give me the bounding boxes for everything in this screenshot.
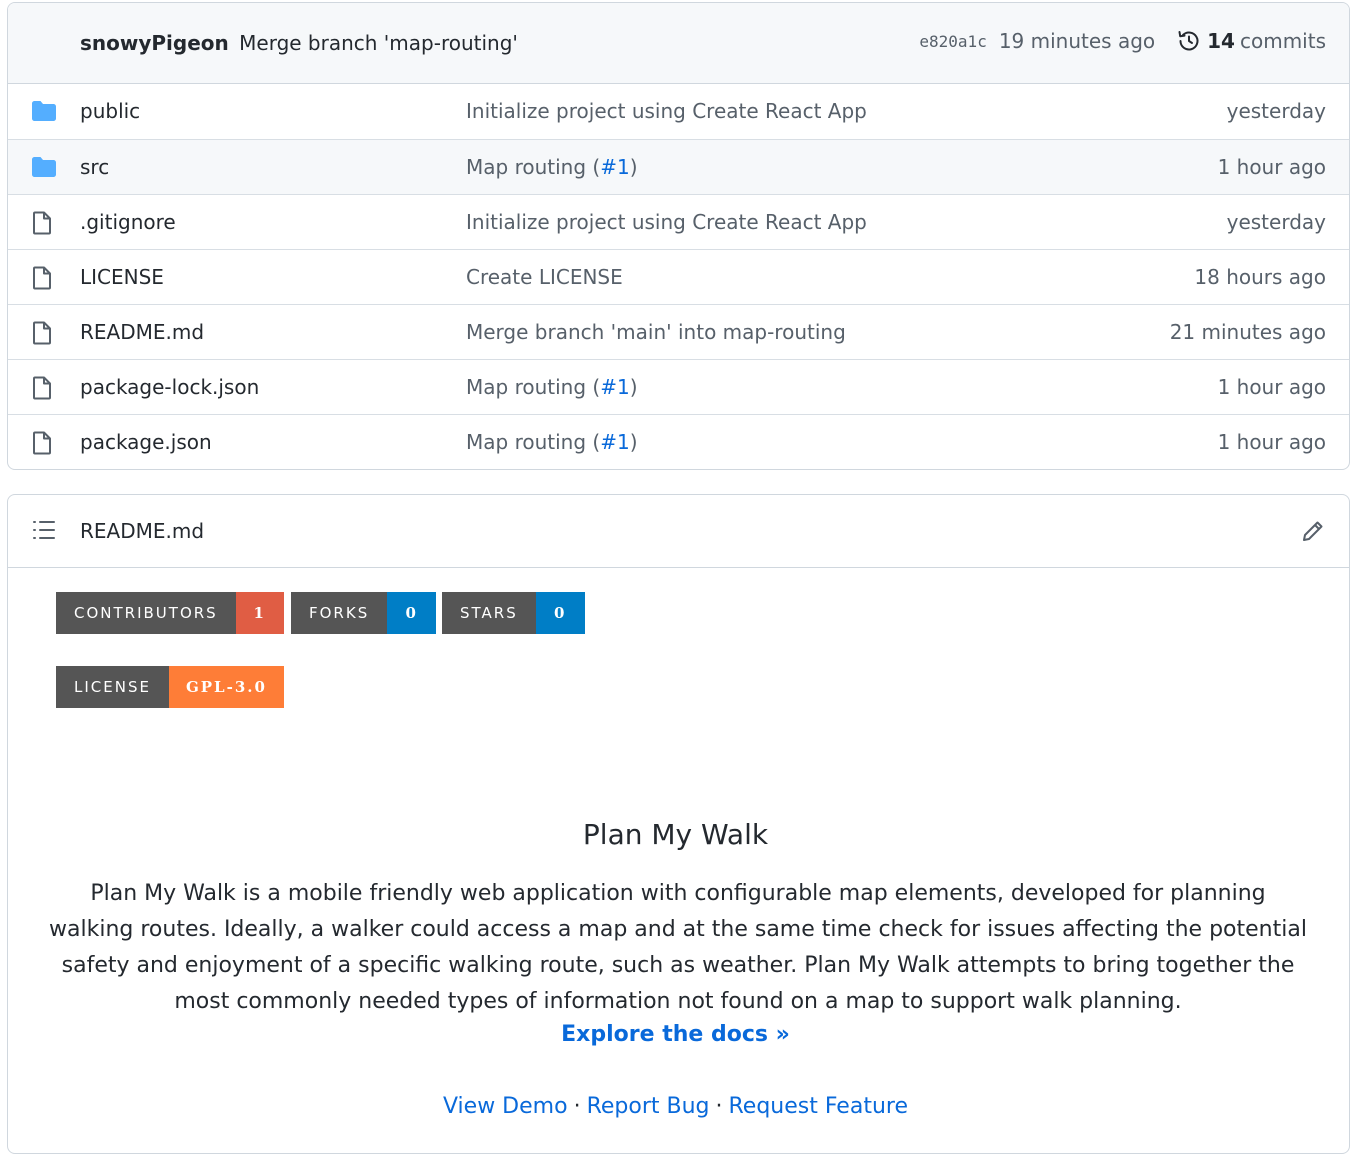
link-separator: ·: [573, 1094, 581, 1119]
badge-value: GPL-3.0: [168, 666, 284, 708]
file-commit-message-link[interactable]: Create LICENSE: [466, 265, 623, 289]
file-commit-message-link[interactable]: Map routing (#1): [466, 430, 638, 454]
badge-label: CONTRIBUTORS: [56, 592, 236, 634]
latest-commit-bar: snowyPigeon Merge branch 'map-routing' e…: [8, 3, 1349, 84]
commit-summary: snowyPigeon Merge branch 'map-routing': [80, 31, 518, 55]
commit-message-text: ): [629, 155, 638, 179]
file-name-link[interactable]: package.json: [80, 430, 212, 454]
file-icon: [33, 321, 51, 345]
report-bug-link[interactable]: Report Bug: [587, 1094, 710, 1119]
file-commit-message-link[interactable]: Map routing (#1): [466, 155, 638, 179]
badge-stars-link[interactable]: STARS 0: [442, 592, 585, 634]
commit-count: 14: [1207, 29, 1235, 53]
file-commit-message-link[interactable]: Initialize project using Create React Ap…: [466, 210, 867, 234]
badge-license-link[interactable]: LICENSE GPL-3.0: [56, 666, 284, 708]
link-separator: ·: [715, 1094, 723, 1119]
file-browser: snowyPigeon Merge branch 'map-routing' e…: [7, 2, 1350, 470]
file-icon: [33, 266, 51, 290]
file-row-public[interactable]: public Initialize project using Create R…: [8, 84, 1349, 139]
history-icon: [1178, 31, 1199, 51]
folder-icon: [32, 101, 56, 121]
badge-forks-link[interactable]: FORKS 0: [291, 592, 437, 634]
badge-label: LICENSE: [56, 666, 169, 708]
file-row-package-lock[interactable]: package-lock.json Map routing (#1) 1 hou…: [8, 359, 1349, 414]
file-row-license[interactable]: LICENSE Create LICENSE 18 hours ago: [8, 249, 1349, 304]
request-feature-link[interactable]: Request Feature: [729, 1094, 909, 1119]
commit-message-text: Map routing (: [466, 375, 601, 399]
commit-message-text: Map routing (: [466, 155, 601, 179]
project-links: View Demo · Report Bug · Request Feature: [0, 1094, 1351, 1119]
readme-header: README.md: [8, 495, 1349, 568]
file-commit-date: 18 hours ago: [1194, 265, 1326, 289]
issue-link[interactable]: #1: [600, 430, 629, 454]
file-commit-message-link[interactable]: Map routing (#1): [466, 375, 638, 399]
file-commit-message-link[interactable]: Initialize project using Create React Ap…: [466, 99, 867, 123]
commit-message-text: ): [629, 430, 638, 454]
view-demo-link[interactable]: View Demo: [443, 1094, 568, 1119]
file-name-link[interactable]: README.md: [80, 320, 204, 344]
badge-contributors-link[interactable]: CONTRIBUTORS 1: [56, 592, 284, 634]
commits-label: commits: [1239, 29, 1326, 53]
file-name-link[interactable]: package-lock.json: [80, 375, 259, 399]
project-description: Plan My Walk is a mobile friendly web ap…: [49, 881, 1307, 1014]
file-list: public Initialize project using Create R…: [8, 84, 1349, 469]
file-commit-date: yesterday: [1226, 99, 1326, 123]
badge-label: FORKS: [291, 592, 388, 634]
project-title: Plan My Walk: [582, 818, 769, 851]
file-commit-date: 21 minutes ago: [1169, 320, 1326, 344]
file-commit-date: 1 hour ago: [1217, 430, 1326, 454]
file-commit-date: 1 hour ago: [1217, 155, 1326, 179]
commit-time: 19 minutes ago: [998, 29, 1156, 53]
commit-meta: e820a1c 19 minutes ago 14 commits: [919, 29, 1326, 53]
file-name-link[interactable]: .gitignore: [80, 210, 176, 234]
file-commit-date: 1 hour ago: [1217, 375, 1326, 399]
explore-docs-link: Explore the docs »: [0, 1022, 1351, 1047]
badge-value: 0: [387, 592, 437, 634]
file-row-src[interactable]: src Map routing (#1) 1 hour ago: [8, 139, 1349, 194]
badge-label: STARS: [442, 592, 536, 634]
commit-author-link[interactable]: snowyPigeon: [80, 31, 229, 55]
file-name-link[interactable]: src: [80, 155, 109, 179]
issue-link[interactable]: #1: [600, 155, 629, 179]
file-commit-date: yesterday: [1226, 210, 1326, 234]
pencil-icon[interactable]: [1301, 519, 1325, 543]
commit-message-text: ): [629, 375, 638, 399]
file-icon: [33, 211, 51, 235]
commit-message-text: Map routing (: [466, 430, 601, 454]
folder-icon: [32, 157, 56, 177]
file-name-link[interactable]: LICENSE: [80, 265, 164, 289]
file-icon: [33, 431, 51, 455]
file-icon: [33, 376, 51, 400]
list-icon[interactable]: [32, 519, 56, 541]
badge-value: 1: [235, 592, 284, 634]
readme-filename-link[interactable]: README.md: [80, 519, 204, 543]
file-commit-message-link[interactable]: Merge branch 'main' into map-routing: [466, 320, 846, 344]
issue-link[interactable]: #1: [600, 375, 629, 399]
file-row-gitignore[interactable]: .gitignore Initialize project using Crea…: [8, 194, 1349, 249]
commit-sha-link[interactable]: e820a1c: [919, 32, 986, 51]
file-row-package[interactable]: package.json Map routing (#1) 1 hour ago: [8, 414, 1349, 469]
explore-docs-link-text[interactable]: Explore the docs »: [561, 1022, 790, 1047]
file-row-readme[interactable]: README.md Merge branch 'main' into map-r…: [8, 304, 1349, 359]
file-name-link[interactable]: public: [80, 99, 140, 123]
commit-message-link[interactable]: Merge branch 'map-routing': [239, 31, 518, 55]
badge-value: 0: [535, 592, 585, 634]
commit-history-link[interactable]: 14 commits: [1177, 29, 1326, 53]
